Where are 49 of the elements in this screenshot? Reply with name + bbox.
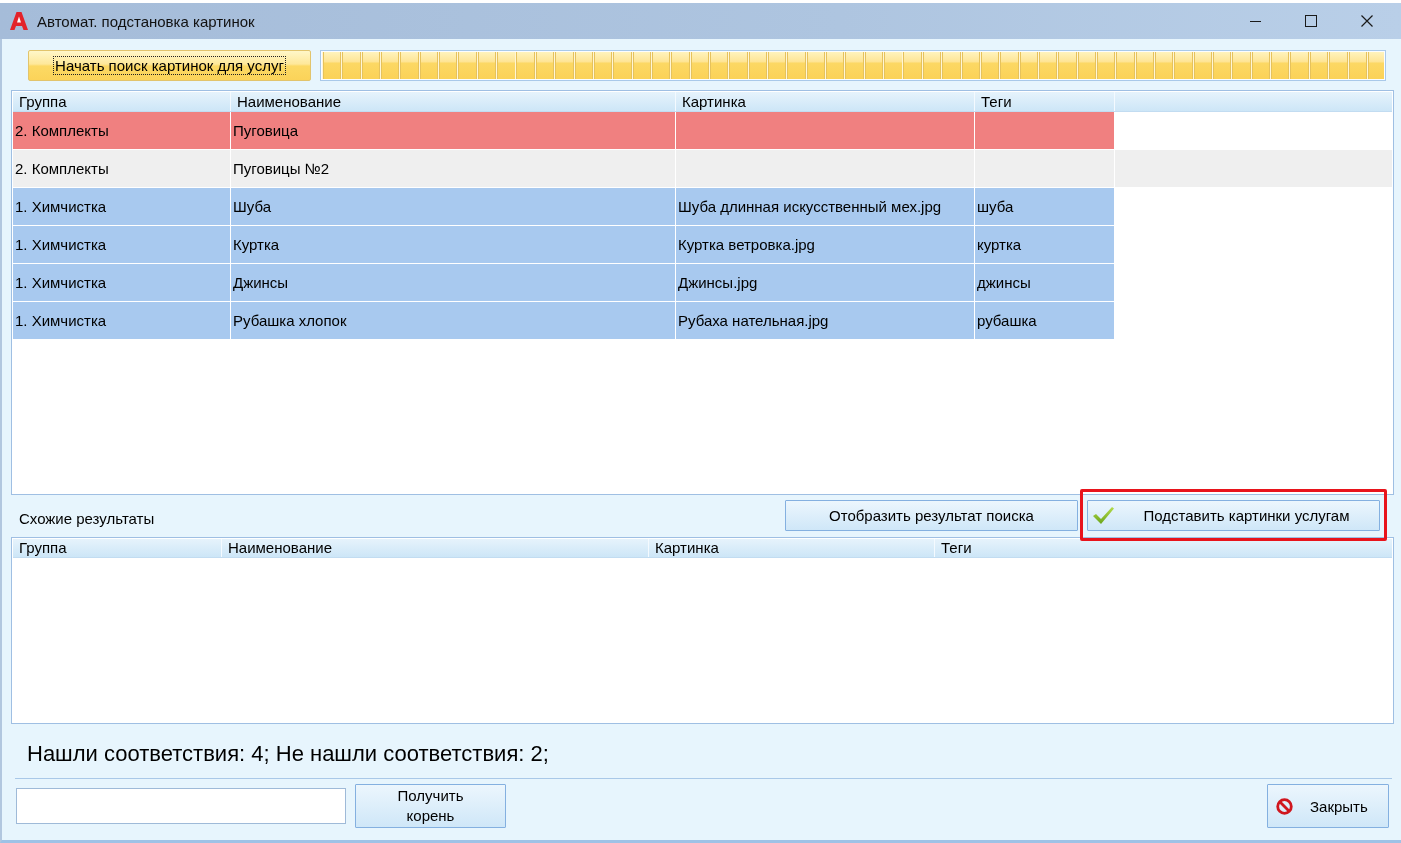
table-cell: рубашка: [975, 302, 1115, 339]
window-title: Автомат. подстановка картинок: [37, 12, 255, 30]
column-header[interactable]: Теги: [975, 92, 1115, 111]
table-cell: Шуба: [231, 188, 676, 225]
table-cell: Куртка ветровка.jpg: [676, 226, 975, 263]
table-cell: 2. Комплекты: [13, 112, 231, 149]
close-window-button[interactable]: Закрыть: [1267, 784, 1389, 828]
column-header[interactable]: Группа: [13, 539, 222, 557]
table-cell: шуба: [975, 188, 1115, 225]
table-cell: 2. Комплекты: [13, 150, 231, 187]
column-header[interactable]: Наименование: [231, 92, 676, 111]
app-logo-icon: [10, 12, 28, 30]
checkmark-icon: [1093, 507, 1114, 524]
table-cell: джинсы: [975, 264, 1115, 301]
close-icon: [1361, 15, 1373, 27]
no-entry-icon: [1276, 797, 1293, 815]
table-row[interactable]: 1. Химчистка Джинсы Джинсы.jpg джинсы: [13, 264, 1392, 302]
table-cell: Куртка: [231, 226, 676, 263]
table-cell: 1. Химчистка: [13, 226, 231, 263]
table-row[interactable]: 2. Комплекты Пуговица: [13, 112, 1392, 150]
apply-pictures-button[interactable]: Подставить картинки услугам: [1087, 500, 1380, 531]
table-cell: Пуговицы №2: [231, 150, 676, 187]
table-cell: 1. Химчистка: [13, 188, 231, 225]
table-row[interactable]: 1. Химчистка Рубашка хлопок Рубаха нательная.jpg рубашка: [13, 302, 1392, 340]
table-cell: Шуба длинная искусственный мех.jpg: [676, 188, 975, 225]
section-label: Схожие результаты: [19, 510, 155, 527]
column-header[interactable]: Теги: [935, 539, 1392, 557]
show-results-button[interactable]: Отобразить результат поиска: [785, 500, 1078, 531]
start-search-button[interactable]: Начать поиск картинок для услуг: [28, 50, 311, 81]
table-row[interactable]: 1. Химчистка Шуба Шуба длинная искусственный мех.jpg шуба: [13, 188, 1392, 226]
table-cell: куртка: [975, 226, 1115, 263]
table-cell: 1. Химчистка: [13, 302, 231, 339]
input-field[interactable]: [16, 788, 346, 824]
table-cell: Пуговица: [231, 112, 676, 149]
maximize-icon: [1305, 15, 1317, 27]
column-header[interactable]: Наименование: [222, 539, 649, 557]
column-header[interactable]: Группа: [13, 92, 231, 111]
table-row[interactable]: 2. Комплекты Пуговицы №2: [13, 150, 1392, 188]
get-root-button[interactable]: Получить корень: [355, 784, 506, 828]
table-cell: 1. Химчистка: [13, 264, 231, 301]
table-cell: Рубаха нательная.jpg: [676, 302, 975, 339]
table-row[interactable]: 1. Химчистка Куртка Куртка ветровка.jpg куртка: [13, 226, 1392, 264]
minimize-icon: [1249, 20, 1261, 22]
table-cell: Рубашка хлопок: [231, 302, 676, 339]
summary-text: Нашли соответствия: 4; Не нашли соответствия: 2;: [26, 740, 550, 768]
table-cell: Джинсы: [231, 264, 676, 301]
column-header[interactable]: Картинка: [676, 92, 975, 111]
table-cell: Джинсы.jpg: [676, 264, 975, 301]
column-header[interactable]: Картинка: [649, 539, 935, 557]
